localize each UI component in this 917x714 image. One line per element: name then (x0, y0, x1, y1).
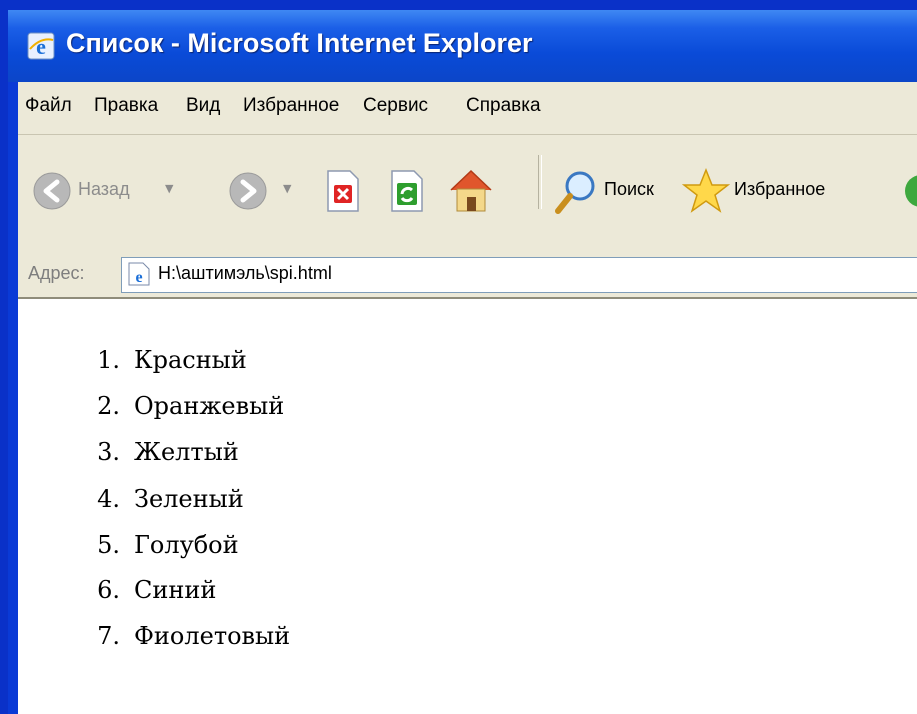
list-item-text: Фиолетовый (134, 622, 291, 650)
star-icon (682, 167, 730, 213)
menu-favorites[interactable]: Избранное (243, 95, 339, 117)
home-icon (450, 169, 492, 212)
media-button[interactable] (901, 171, 917, 211)
browser-window: e Список - Microsoft Internet Explorer Ф… (8, 10, 917, 714)
menu-help[interactable]: Справка (466, 95, 541, 117)
search-label: Поиск (604, 179, 654, 199)
list-item-number: 5. (97, 531, 120, 559)
menu-file[interactable]: Файл (25, 95, 72, 117)
forward-arrow-icon (229, 172, 267, 210)
menu-view[interactable]: Вид (186, 95, 220, 117)
back-label: Назад (78, 179, 130, 199)
title-bar[interactable]: e Список - Microsoft Internet Explorer (8, 10, 917, 82)
menu-tools[interactable]: Сервис (363, 95, 428, 117)
address-value: H:\аштимэль\spi.html (158, 263, 332, 283)
list-item-text: Зеленый (134, 485, 244, 513)
list-item: 4. Зеленый (18, 485, 418, 525)
ie-logo-icon: e (27, 32, 55, 60)
list-item-text: Синий (134, 576, 217, 604)
list-item: 2. Оранжевый (18, 392, 418, 432)
refresh-icon (391, 170, 423, 212)
list-item-text: Оранжевый (134, 392, 285, 420)
list-item-number: 4. (97, 485, 120, 513)
back-button[interactable]: Назад ▼ (32, 167, 192, 217)
list-item: 7. Фиолетовый (18, 622, 418, 662)
back-dropdown-icon[interactable]: ▼ (165, 182, 173, 195)
magnifier-icon (555, 171, 595, 214)
list-item-number: 2. (97, 392, 120, 420)
menu-edit[interactable]: Правка (94, 95, 158, 117)
refresh-button[interactable] (388, 169, 426, 213)
list-item-number: 3. (97, 438, 120, 466)
stop-icon (327, 170, 359, 212)
list-item-text: Желтый (134, 438, 239, 466)
svg-text:e: e (36, 34, 46, 59)
address-label: Адрес: (28, 263, 85, 283)
search-button[interactable]: Поиск (554, 167, 674, 217)
list-item-text: Красный (134, 346, 247, 374)
forward-dropdown-icon[interactable]: ▼ (283, 182, 291, 195)
list-item-text: Голубой (134, 531, 239, 559)
list-item: 5. Голубой (18, 531, 418, 571)
svg-text:e: e (135, 269, 142, 286)
home-button[interactable] (446, 165, 496, 215)
list-item-number: 1. (97, 346, 120, 374)
list-item-number: 6. (97, 576, 120, 604)
toolbar: Назад ▼ ▼ Поиск Избранное (18, 135, 917, 254)
forward-button[interactable]: ▼ (228, 167, 298, 217)
favorites-label: Избранное (734, 179, 826, 199)
list-item: 3. Желтый (18, 438, 418, 478)
list-item: 6. Синий (18, 576, 418, 616)
list-item-number: 7. (97, 622, 120, 650)
favorites-button[interactable]: Избранное (682, 165, 872, 217)
media-icon (905, 175, 917, 207)
address-input[interactable]: e H:\аштимэль\spi.html (121, 257, 917, 293)
stop-button[interactable] (324, 169, 362, 213)
back-arrow-icon (33, 172, 71, 210)
address-bar: Адрес: e H:\аштимэль\spi.html (18, 253, 917, 299)
toolbar-separator (538, 155, 542, 209)
ie-page-icon: e (128, 262, 150, 286)
list-item: 1. Красный (18, 346, 418, 386)
page-content: 1. Красный 2. Оранжевый 3. Желтый 4. Зел… (18, 299, 917, 714)
menu-bar: Файл Правка Вид Избранное Сервис Справка (18, 82, 917, 135)
window-title: Список - Microsoft Internet Explorer (66, 28, 533, 58)
